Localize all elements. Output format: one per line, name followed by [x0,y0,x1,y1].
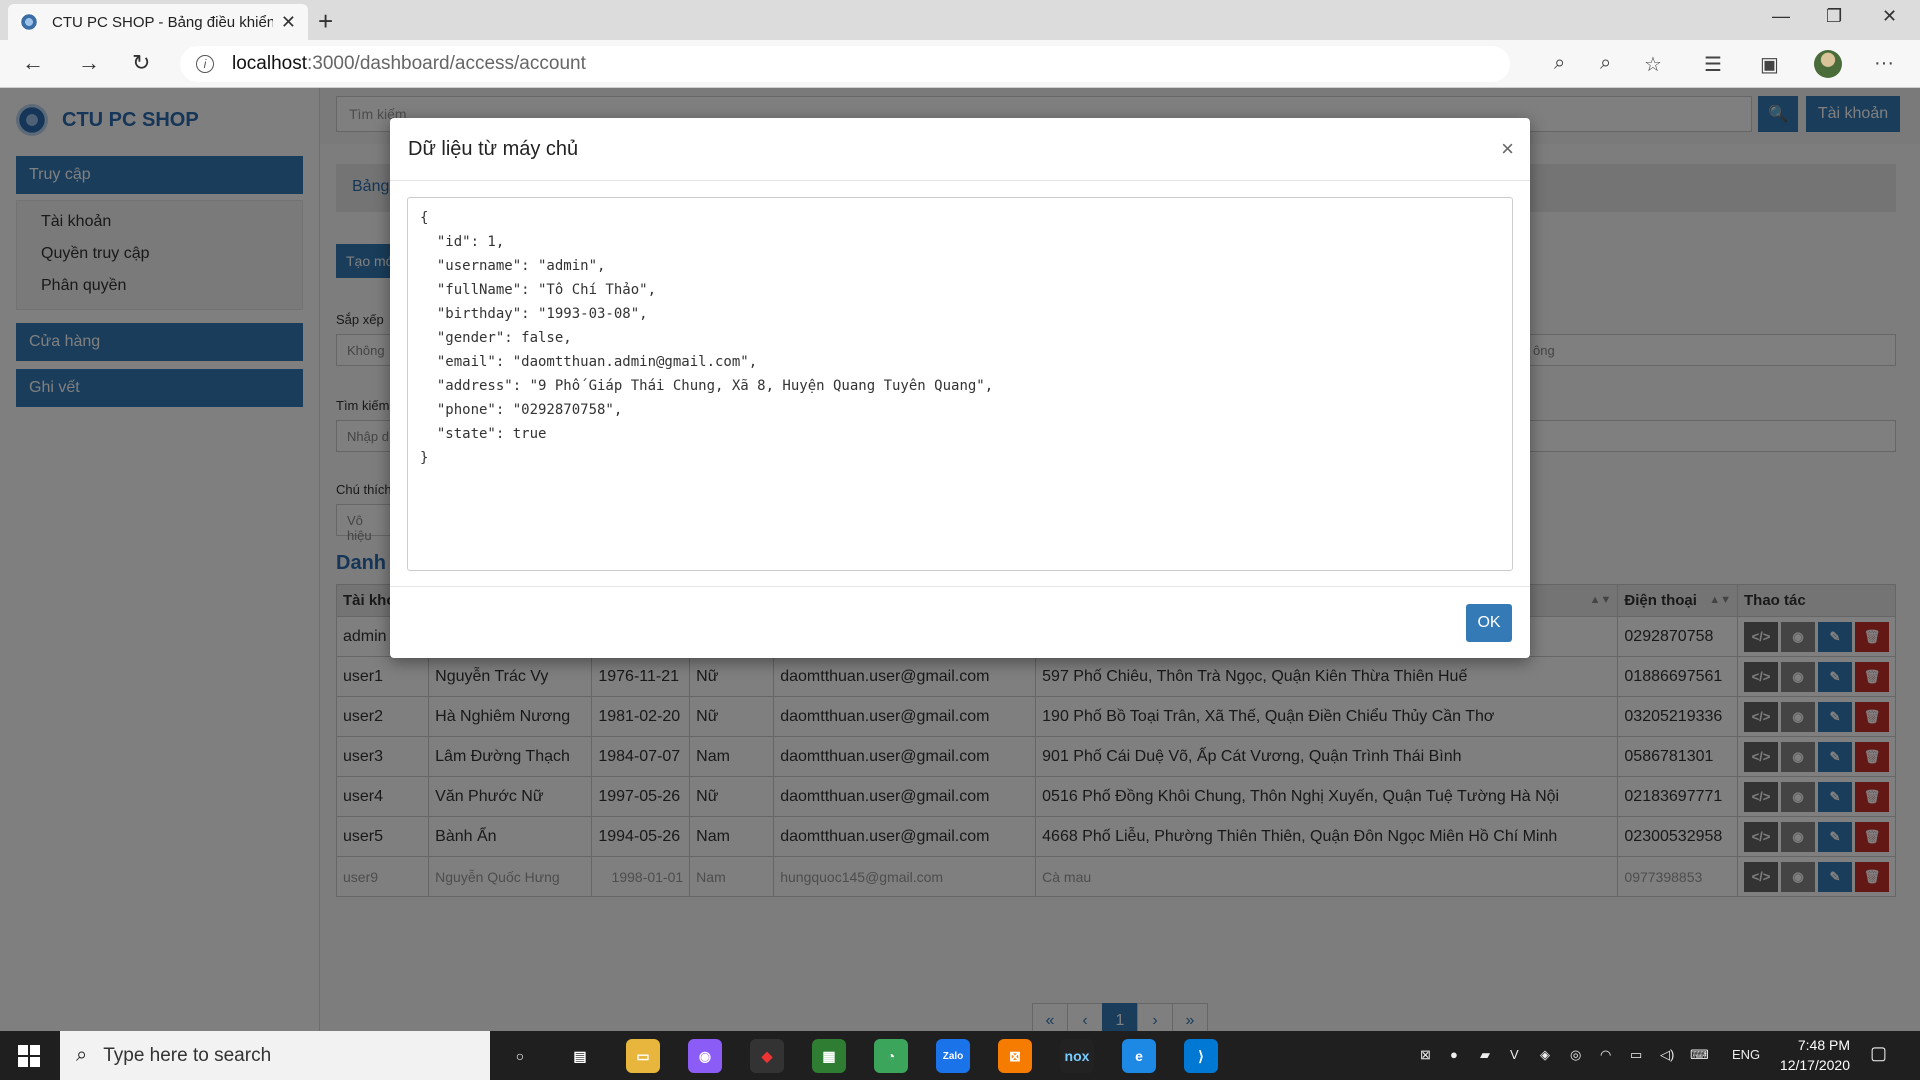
site-favicon-icon [20,13,38,31]
tray-nox-icon[interactable]: ◎ [1570,1047,1581,1063]
modal-divider [390,180,1530,181]
notifications-icon[interactable]: ▢ [1870,1043,1887,1064]
json-textarea[interactable]: { "id": 1, "username": "admin", "fullNam… [407,197,1513,571]
windows-start-icon[interactable] [18,1045,40,1067]
address-bar-row: ← → ↻ i localhost:3000/dashboard/access/… [0,40,1920,88]
zalo-icon[interactable]: Zalo [936,1039,970,1073]
edge-icon[interactable]: e [1122,1039,1156,1073]
nox-icon[interactable]: nox [1060,1039,1094,1073]
json-content: { "id": 1, "username": "admin", "fullNam… [420,210,994,466]
tray-nvidia-icon[interactable]: ▰ [1480,1047,1490,1063]
close-window-icon[interactable]: ✕ [1882,6,1897,27]
system-clock[interactable]: 7:48 PM 12/17/2020 [1760,1035,1850,1075]
app-icon[interactable]: ◔ [874,1039,908,1073]
close-tab-icon[interactable]: ✕ [281,12,296,33]
vscode-icon[interactable]: ⟩ [1184,1039,1218,1073]
server-data-modal: Dữ liệu từ máy chủ × { "id": 1, "usernam… [390,118,1530,658]
tray-vivaldi-icon[interactable]: V [1510,1047,1519,1062]
keyboard-icon[interactable]: ⌨ [1690,1047,1709,1063]
site-info-icon[interactable]: i [196,55,214,73]
profile-avatar[interactable] [1814,50,1842,78]
xampp-icon[interactable]: ⊠ [998,1039,1032,1073]
favorites-list-icon[interactable]: ☰ [1704,52,1722,77]
task-view-icon[interactable]: ▤ [563,1039,597,1073]
modal-title: Dữ liệu từ máy chủ [408,138,579,160]
browser-tab-bar: CTU PC SHOP - Bảng điều khiển ✕ + — ❐ ✕ [0,0,1920,40]
battery-icon[interactable]: ▭ [1630,1047,1642,1063]
browser-tab[interactable]: CTU PC SHOP - Bảng điều khiển ✕ [8,4,308,40]
tray-defender-icon[interactable]: ◈ [1540,1047,1550,1063]
tab-title: CTU PC SHOP - Bảng điều khiển [52,13,273,31]
modal-divider [390,586,1530,587]
url-field[interactable]: i localhost:3000/dashboard/access/accoun… [180,46,1510,82]
cortana-icon[interactable]: ○ [503,1039,537,1073]
zoom-out-icon[interactable]: ⌕ [1600,52,1611,75]
clock-time: 7:48 PM [1797,1037,1850,1053]
volume-icon[interactable]: ◁) [1660,1047,1674,1063]
forward-icon[interactable]: → [78,50,100,76]
taskbar: ⌕ Type here to search ○ ▤ ▭ ◉ ◆ ▦ ◔ Zalo… [0,1031,1920,1080]
back-icon[interactable]: ← [22,50,44,76]
search-icon: ⌕ [76,1044,88,1066]
minimize-icon[interactable]: — [1772,6,1790,27]
tray-xampp-icon[interactable]: ⊠ [1420,1047,1431,1063]
clock-date: 12/17/2020 [1779,1057,1850,1073]
wifi-icon[interactable]: ◠ [1600,1047,1611,1063]
tray-zalo-icon[interactable]: ● [1450,1047,1458,1062]
reload-icon[interactable]: ↻ [132,50,150,76]
zoom-in-icon[interactable]: ⌕ [1554,52,1565,75]
file-explorer-icon[interactable]: ▭ [626,1039,660,1073]
url-path: :3000/dashboard/access/account [307,53,586,74]
url-host: localhost [232,53,307,74]
language-indicator[interactable]: ENG [1732,1047,1760,1062]
ok-button[interactable]: OK [1466,604,1512,642]
collections-icon[interactable]: ▣ [1760,52,1779,77]
garena-icon[interactable]: ◆ [750,1039,784,1073]
github-desktop-icon[interactable]: ◉ [688,1039,722,1073]
spreadsheet-app-icon[interactable]: ▦ [812,1039,846,1073]
taskbar-search-placeholder: Type here to search [103,1044,272,1066]
maximize-icon[interactable]: ❐ [1826,6,1842,27]
modal-close-icon[interactable]: × [1501,136,1514,162]
favorite-star-icon[interactable]: ☆ [1644,52,1662,77]
new-tab-icon[interactable]: + [318,6,333,37]
taskbar-search[interactable]: ⌕ Type here to search [60,1031,490,1080]
more-menu-icon[interactable]: ··· [1874,52,1894,75]
